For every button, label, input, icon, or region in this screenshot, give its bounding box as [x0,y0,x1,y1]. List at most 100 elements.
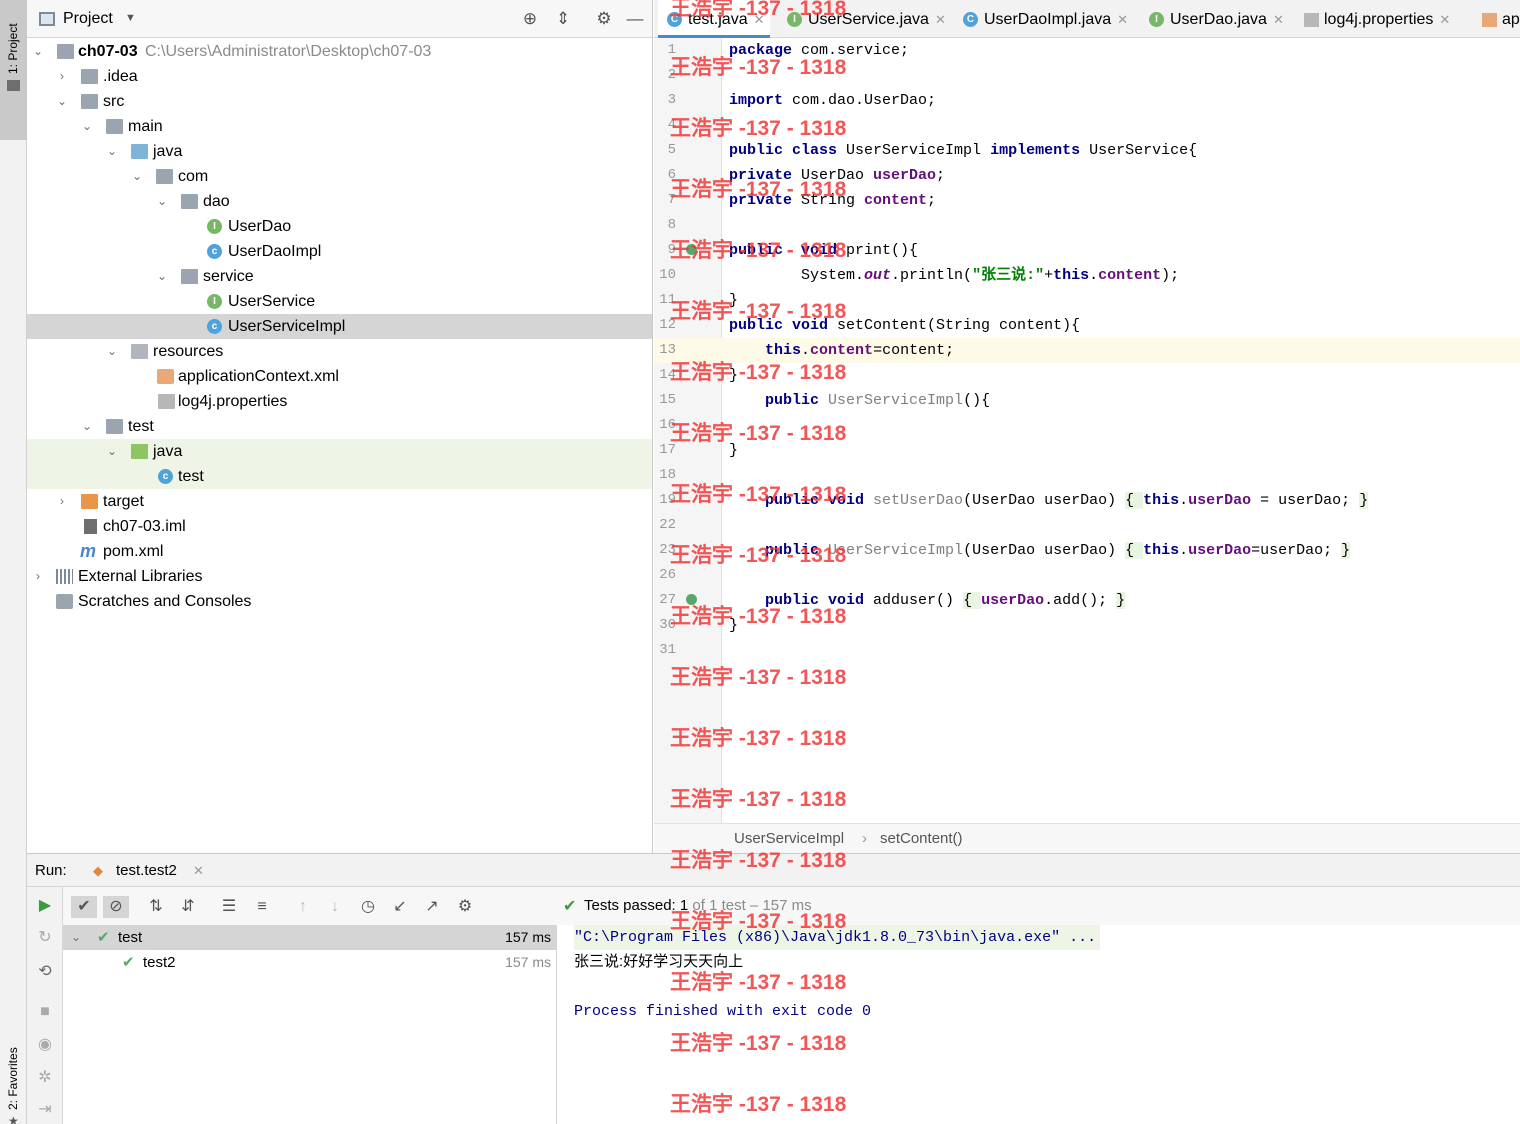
rerun-failed-icon[interactable]: ↻ [36,929,54,947]
tree-item-userdaoimpl[interactable]: c UserDaoImpl [27,239,652,264]
implements-marker-icon[interactable] [686,244,697,255]
tree-item-label: test [178,468,204,485]
tree-item-external-libraries[interactable]: › External Libraries [27,564,652,589]
tree-item-idea[interactable]: › .idea [27,64,652,89]
code-line: 17} [654,438,1520,463]
tree-item-test-class[interactable]: c test [27,464,652,489]
chevron-down-icon[interactable]: ▼ [125,12,136,24]
chevron-down-icon[interactable]: ⌄ [105,439,119,464]
close-icon[interactable]: ✕ [1273,12,1284,27]
minimize-icon[interactable]: — [625,9,645,29]
tree-item-test[interactable]: ⌄ test [27,414,652,439]
tab-userdaoimpl-java[interactable]: C UserDaoImpl.java ✕ [954,0,1130,38]
tree-item-main[interactable]: ⌄ main [27,114,652,139]
chevron-down-icon[interactable]: ⌄ [55,89,69,114]
show-ignored-icon[interactable]: ⊘ [103,896,129,918]
console-output[interactable]: "C:\Program Files (x86)\Java\jdk1.8.0_73… [558,925,1520,1124]
exit-icon[interactable]: ⇥ [36,1101,54,1119]
console-exit-line: Process finished with exit code 0 [574,1003,872,1020]
expand-all-icon[interactable]: ☰ [218,896,240,918]
chevron-right-icon[interactable]: › [55,64,69,89]
chevron-down-icon[interactable]: ⌄ [105,339,119,364]
run-tab-label[interactable]: test.test2 [116,854,177,887]
tree-item-src[interactable]: ⌄ src [27,89,652,114]
tree-item-applicationcontext[interactable]: applicationContext.xml [27,364,652,389]
chevron-down-icon[interactable]: ⌄ [155,189,169,214]
code-area[interactable]: 1 package com.service; 2 3 import com.dao.… [654,38,1520,823]
tree-item-target[interactable]: › target [27,489,652,514]
close-icon[interactable]: ✕ [193,854,204,887]
tree-item-userservice[interactable]: I UserService [27,289,652,314]
gear-icon[interactable]: ⚙ [594,9,614,29]
close-icon[interactable]: ✕ [754,12,765,27]
breadcrumb-method[interactable]: setContent() [880,824,963,854]
close-icon[interactable]: ✕ [1117,12,1128,27]
chevron-down-icon[interactable]: ⌄ [80,414,94,439]
locate-icon[interactable]: ⊕ [520,9,540,29]
test-case-row[interactable]: ✔ test2 157 ms [63,950,557,975]
favorites-tool-button[interactable]: 2: Favorites ★ [0,1030,27,1124]
gear-icon[interactable]: ⚙ [454,896,476,918]
tree-item-log4j[interactable]: log4j.properties [27,389,652,414]
tab-application-context[interactable]: ap [1472,0,1520,38]
tree-item-scratches[interactable]: Scratches and Consoles [27,589,652,614]
class-icon: C [667,12,682,27]
tab-userdao-java[interactable]: I UserDao.java ✕ [1140,0,1286,38]
tree-item-dao[interactable]: ⌄ dao [27,189,652,214]
toggle-auto-test-icon[interactable]: ⟲ [36,963,54,981]
tab-userservice-java[interactable]: I UserService.java ✕ [778,0,946,38]
arrow-up-icon[interactable]: ↑ [292,896,314,918]
chevron-right-icon[interactable]: › [55,489,69,514]
import-icon[interactable]: ↙ [389,896,411,918]
chevron-down-icon[interactable]: ⌄ [130,164,144,189]
chevron-down-icon[interactable]: ⌄ [71,925,81,950]
tree-item-userdao[interactable]: I UserDao [27,214,652,239]
tree-item-pom[interactable]: m pom.xml [27,539,652,564]
show-passed-icon[interactable]: ✔ [71,896,97,918]
tree-item-test-java[interactable]: ⌄ java [27,439,652,464]
tree-item-label: Scratches and Consoles [78,593,252,610]
collapse-all-icon[interactable]: ⇕ [553,9,573,29]
implements-marker-icon[interactable] [686,594,697,605]
tree-item-project-root[interactable]: ⌄ ch07-03 C:\Users\Administrator\Desktop… [27,39,652,64]
collapse-all-icon[interactable]: ≡ [251,896,273,918]
export-icon[interactable]: ↗ [421,896,443,918]
chevron-down-icon[interactable]: ⌄ [155,264,169,289]
sort-alpha-icon[interactable]: ⇅ [145,896,167,918]
chevron-down-icon[interactable]: ⌄ [31,39,45,64]
tree-item-userserviceimpl[interactable]: c UserServiceImpl [27,314,652,339]
breadcrumb-class[interactable]: UserServiceImpl [734,824,844,854]
history-icon[interactable]: ◷ [357,896,379,918]
line-number: 14 [659,367,676,383]
chevron-down-icon[interactable]: ⌄ [80,114,94,139]
rerun-icon[interactable]: ▶ [36,897,54,915]
close-icon[interactable]: ✕ [935,12,946,27]
test-folder-icon [131,444,148,459]
sort-duration-icon[interactable]: ⇵ [177,896,199,918]
arrow-down-icon[interactable]: ↓ [324,896,346,918]
project-panel-header: Project ▼ ⊕ ⇕ ⚙ — [27,0,652,38]
tree-item-main-java[interactable]: ⌄ java [27,139,652,164]
camera-icon[interactable]: ◉ [36,1036,54,1054]
interface-icon: I [207,294,222,309]
chevron-right-icon[interactable]: › [31,564,45,589]
code-line: 19 public void setUserDao(UserDao userDa… [654,488,1520,513]
tree-item-service[interactable]: ⌄ service [27,264,652,289]
package-icon [156,169,173,184]
chevron-down-icon[interactable]: ⌄ [105,139,119,164]
tab-log4j-properties[interactable]: log4j.properties ✕ [1294,0,1466,38]
code-line: 1 package com.service; [654,38,1520,63]
project-tool-button[interactable]: 1: Project [0,0,27,140]
tab-test-java[interactable]: C test.java ✕ [658,0,770,38]
tree-item-resources[interactable]: ⌄ resources [27,339,652,364]
test-suite-row[interactable]: ⌄ ✔ test 157 ms [63,925,557,950]
tab-label: UserDaoImpl.java [984,11,1112,28]
tree-item-label: UserServiceImpl [228,318,346,335]
tree-item-com[interactable]: ⌄ com [27,164,652,189]
tree-item-iml[interactable]: ch07-03.iml [27,514,652,539]
settings-icon[interactable]: ✲ [36,1069,54,1087]
stop-icon[interactable]: ■ [36,1003,54,1021]
project-view-selector[interactable]: Project [63,10,113,28]
close-icon[interactable]: ✕ [1439,12,1450,27]
tree-item-label: UserDao [228,218,292,235]
